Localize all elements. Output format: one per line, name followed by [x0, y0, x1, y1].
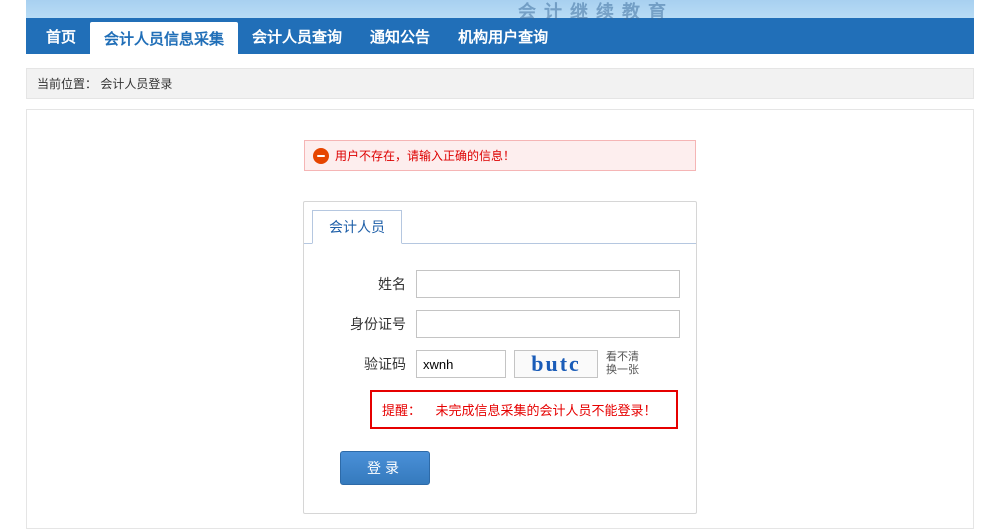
breadcrumb-path: 会计人员登录 [100, 77, 172, 91]
main-nav: 首页 会计人员信息采集 会计人员查询 通知公告 机构用户查询 [26, 18, 974, 54]
row-captcha: 验证码 butc 看不清 换一张 [304, 350, 696, 378]
input-captcha[interactable] [416, 350, 506, 378]
captcha-refresh-line2: 换一张 [606, 364, 646, 377]
header-background: 会计继续教育 [26, 0, 974, 18]
nav-home[interactable]: 首页 [32, 18, 90, 54]
row-name: 姓名 [304, 270, 696, 298]
warning-prefix: 提醒： [382, 403, 421, 418]
error-message: 用户不存在，请输入正确的信息！ [335, 147, 515, 164]
warning-text: 未完成信息采集的会计人员不能登录！ [435, 403, 656, 418]
input-name[interactable] [416, 270, 680, 298]
content-area: 用户不存在，请输入正确的信息！ 会计人员 姓名 身份证号 验证码 butc 看不… [26, 109, 974, 529]
error-box: 用户不存在，请输入正确的信息！ [304, 140, 696, 171]
breadcrumb: 当前位置： 会计人员登录 [26, 68, 974, 99]
nav-info-collect[interactable]: 会计人员信息采集 [90, 22, 238, 54]
tab-row: 会计人员 [304, 202, 696, 244]
tab-accounting-personnel[interactable]: 会计人员 [312, 210, 402, 244]
label-name: 姓名 [304, 274, 416, 294]
captcha-image[interactable]: butc [514, 350, 598, 378]
captcha-refresh-link[interactable]: 看不清 换一张 [606, 351, 646, 377]
login-button[interactable]: 登录 [340, 451, 430, 485]
breadcrumb-prefix: 当前位置： [37, 77, 97, 91]
label-id: 身份证号 [304, 314, 416, 334]
error-icon [313, 148, 329, 164]
captcha-refresh-line1: 看不清 [606, 351, 646, 364]
nav-personnel-query[interactable]: 会计人员查询 [238, 18, 356, 54]
label-captcha: 验证码 [304, 354, 416, 374]
login-panel: 会计人员 姓名 身份证号 验证码 butc 看不清 换一张 提醒： 未完成信息采… [303, 201, 697, 514]
input-id[interactable] [416, 310, 680, 338]
warning-box: 提醒： 未完成信息采集的会计人员不能登录！ [370, 390, 678, 429]
nav-announcements[interactable]: 通知公告 [356, 18, 444, 54]
row-id: 身份证号 [304, 310, 696, 338]
header-faint-title: 会计继续教育 [518, 0, 674, 24]
